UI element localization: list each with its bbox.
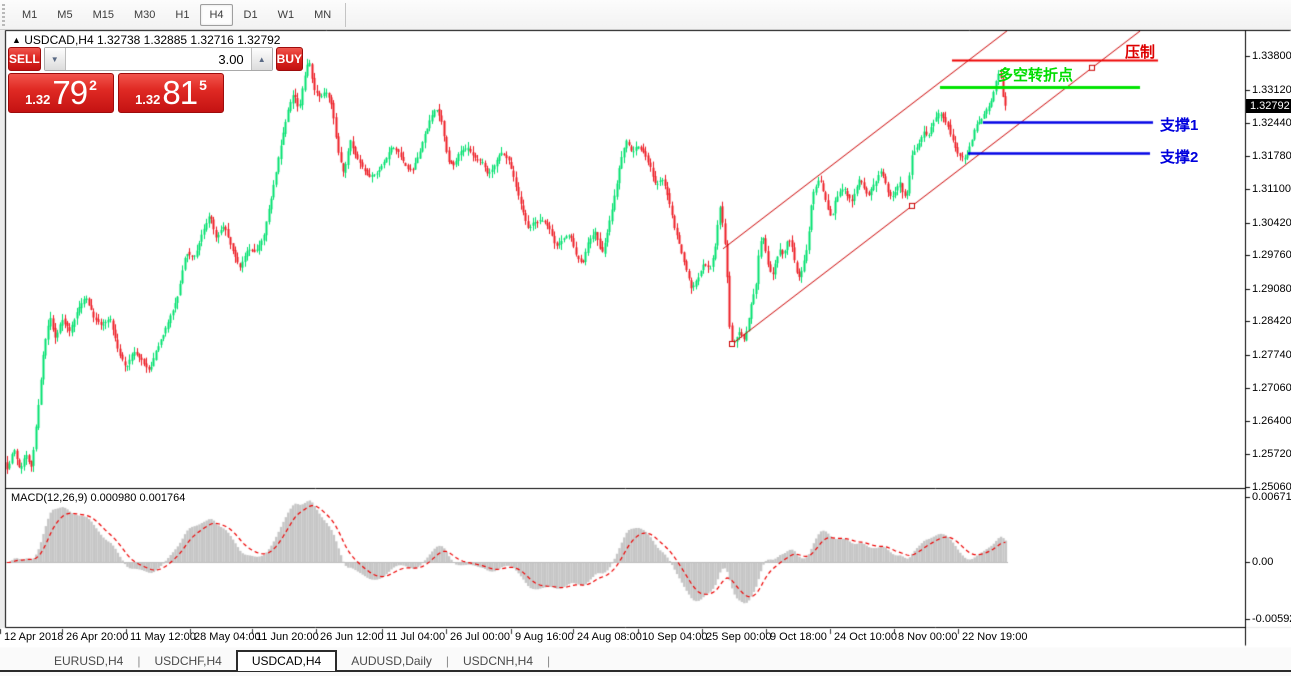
timeframe-button-w1[interactable]: W1 [269,4,304,26]
price-axis-label: 1.25720 [1252,448,1291,460]
sell-price-prefix: 1.32 [25,92,50,107]
time-axis-label: 11 May 12:00 [130,631,196,643]
chart-tab-usdchf[interactable]: USDCHF,H4 [140,651,235,670]
buy-price-prefix: 1.32 [135,92,160,107]
volume-stepper: ▼ ▲ [44,47,273,71]
sell-price-sup: 2 [89,77,97,93]
price-axis-label: 1.32440 [1252,117,1291,129]
resistance-annotation-label[interactable]: 压制 [1125,41,1155,62]
sell-price-box[interactable]: 1.32 79 2 [8,73,114,113]
time-axis-label: 28 May 04:00 [194,631,261,643]
timeframe-buttons: M1M5M15M30H1H4D1W1MN [12,4,341,26]
buy-price-sup: 5 [199,77,207,93]
chart-tab-usdcad[interactable]: USDCAD,H4 [236,650,337,671]
timeframe-toolbar: M1M5M15M30H1H4D1W1MN [0,0,1291,30]
macd-axis-label: -0.005925 [1252,613,1291,625]
price-axis-label: 1.29080 [1252,283,1291,295]
price-axis-label: 1.33120 [1252,84,1291,96]
buy-price-box[interactable]: 1.32 81 5 [118,73,224,113]
toolbar-divider [345,3,346,27]
time-axis-label: 26 Jul 00:00 [450,631,510,643]
time-axis-label: 26 Apr 20:00 [66,631,128,643]
price-axis-label: 1.27060 [1252,382,1291,394]
volume-increase-icon[interactable]: ▲ [251,48,272,70]
chart-tab-bar: EURUSD,H4 | USDCHF,H4USDCAD,H4AUDUSD,Daily… [0,648,1291,676]
volume-input[interactable] [66,48,251,70]
chart-tab-usdcnh[interactable]: USDCNH,H4 [449,651,547,670]
buy-button[interactable]: BUY [276,47,303,71]
toolbar-grip-handle[interactable] [1,4,8,26]
price-axis-label: 1.28420 [1252,315,1291,327]
support2-annotation-label[interactable]: 支撑2 [1160,146,1198,167]
support1-annotation-label[interactable]: 支撑1 [1160,114,1198,135]
price-axis-label: 1.30420 [1252,217,1291,229]
chart-title: ▲ USDCAD,H4 1.32738 1.32885 1.32716 1.32… [12,33,280,47]
chart-symbol-label: USDCAD,H4 [24,33,93,47]
volume-decrease-icon[interactable]: ▼ [45,48,66,70]
collapse-quotes-icon[interactable]: ▲ [12,35,21,45]
time-axis-label: 25 Sep 00:00 [706,631,771,643]
tab-separator: | [547,654,550,670]
time-axis-label: 9 Oct 18:00 [770,631,827,643]
time-axis-label: 10 Sep 04:00 [642,631,707,643]
price-axis-label: 1.33800 [1252,50,1291,62]
price-axis-label: 1.27740 [1252,349,1291,361]
timeframe-button-m30[interactable]: M30 [125,4,164,26]
macd-main-value: 0.000980 [90,492,136,504]
sell-price-big: 79 [52,74,87,112]
time-axis-label: 8 Nov 00:00 [898,631,957,643]
timeframe-button-h4[interactable]: H4 [200,4,232,26]
sell-button[interactable]: SELL [8,47,41,71]
time-axis-label: 11 Jul 04:00 [386,631,445,643]
time-axis-label: 9 Aug 16:00 [515,631,574,643]
buy-price-big: 81 [162,74,197,112]
price-axis-label: 1.29760 [1252,249,1291,261]
macd-axis-label: 0.00 [1252,556,1273,568]
timeframe-button-m15[interactable]: M15 [84,4,123,26]
price-axis-label: 1.31780 [1252,150,1291,162]
macd-indicator-label: MACD(12,26,9) 0.000980 0.001764 [11,492,185,504]
pivot-annotation-label[interactable]: 多空转折点 [998,64,1073,85]
macd-signal-value: 0.001764 [139,492,185,504]
time-axis-label: 11 Jun 20:00 [256,631,319,643]
time-axis-label: 24 Oct 10:00 [834,631,897,643]
time-axis-label: 26 Jun 12:00 [320,631,384,643]
price-axis-label: 1.26400 [1252,415,1291,427]
time-axis-label: 22 Nov 19:00 [962,631,1027,643]
time-axis-label: 12 Apr 2018 [4,631,63,643]
timeframe-button-d1[interactable]: D1 [235,4,267,26]
chart-tab-eurusd[interactable]: EURUSD,H4 [40,651,137,670]
timeframe-button-m1[interactable]: M1 [13,4,46,26]
macd-axis-label: 0.006718 [1252,491,1291,503]
time-axis-label: 24 Aug 08:00 [577,631,642,643]
timeframe-button-m5[interactable]: M5 [48,4,81,26]
one-click-trading-panel: SELL ▼ ▲ BUY 1.32 79 2 1.32 81 5 [8,47,228,113]
current-price-tag: 1.32792 [1246,99,1291,113]
chart-tab-audusd[interactable]: AUDUSD,Daily [337,651,446,670]
timeframe-button-h1[interactable]: H1 [166,4,198,26]
timeframe-button-mn[interactable]: MN [305,4,340,26]
chart-ohlc-values: 1.32738 1.32885 1.32716 1.32792 [97,33,281,47]
price-axis-label: 1.31100 [1252,183,1291,195]
